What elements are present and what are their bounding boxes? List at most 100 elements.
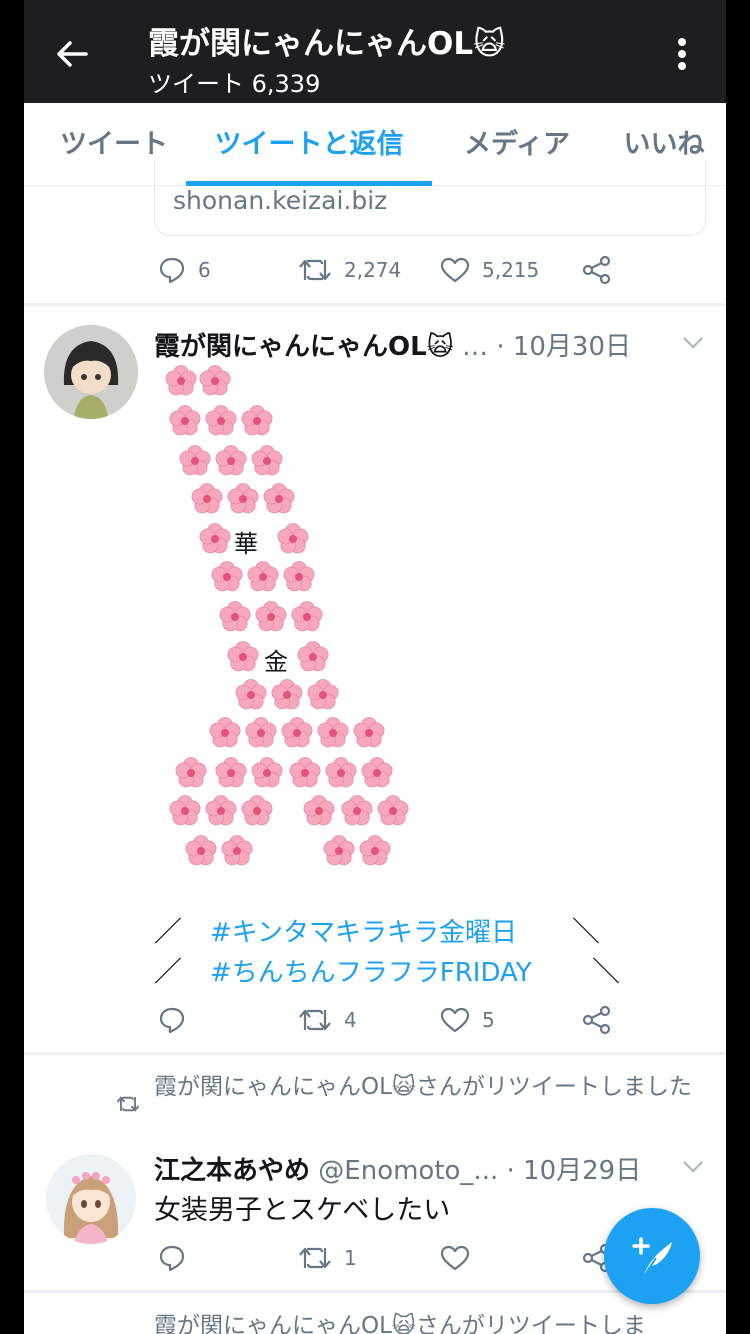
cherry-blossom-icon — [341, 795, 373, 826]
retweet-button[interactable]: 2,274 — [298, 254, 401, 286]
cherry-blossom-icon — [317, 717, 349, 748]
cherry-blossom-icon — [205, 795, 237, 826]
cherry-blossom-icon — [291, 601, 323, 632]
compose-icon — [632, 1237, 672, 1277]
back-button[interactable] — [52, 34, 92, 74]
tweet-date[interactable]: · 10月29日 — [507, 1156, 642, 1186]
tweet-text: 女装男子とスケベしたい — [154, 1195, 451, 1226]
cherry-blossom-icon — [235, 679, 267, 710]
cherry-blossom-icon — [251, 445, 283, 476]
reply-count: 6 — [198, 258, 211, 282]
tweet-divider — [24, 1052, 726, 1055]
phone-screen: 霞が関にゃんにゃんOL🙀 ツイート 6,339 ツイート ツイートと返信 メディ… — [24, 0, 726, 1334]
cherry-blossom-icon — [199, 523, 231, 554]
like-count: 5,215 — [482, 258, 540, 282]
art-character-2: 金 — [264, 648, 288, 676]
retweet-icon — [299, 259, 331, 281]
art-character-1: 華 — [234, 530, 258, 558]
slash-close-1: ＼ — [572, 915, 601, 948]
cherry-blossom-icon — [179, 445, 211, 476]
author-name[interactable]: 江之本あやめ — [154, 1156, 310, 1186]
retweet-button[interactable]: 1 — [298, 1242, 357, 1274]
cherry-blossom-icon — [281, 717, 313, 748]
cherry-blossom-icon — [297, 641, 329, 672]
retweet-indicator-icon — [116, 1096, 140, 1112]
header-title: 霞が関にゃんにゃんOL🙀 — [148, 26, 506, 62]
author-handle-truncated: … — [462, 332, 489, 362]
like-icon — [440, 1007, 470, 1033]
profile-header: 霞が関にゃんにゃんOL🙀 ツイート 6,339 — [24, 0, 726, 103]
cherry-blossom-icon — [199, 365, 231, 396]
hashtag-link[interactable]: #ちんちんフラフラFRIDAY — [210, 958, 532, 988]
reply-button[interactable] — [158, 1242, 186, 1274]
cherry-blossom-icon — [165, 365, 197, 396]
cherry-blossom-icon — [205, 405, 237, 436]
share-button[interactable] — [582, 254, 612, 286]
cherry-blossom-icon — [245, 717, 277, 748]
like-icon — [440, 1245, 470, 1271]
cherry-blossom-icon — [303, 795, 335, 826]
cherry-blossom-icon — [323, 835, 355, 866]
more-vert-icon — [678, 38, 686, 70]
like-button[interactable] — [440, 1242, 470, 1274]
reply-icon — [159, 1245, 185, 1272]
cherry-blossom-icon — [353, 717, 385, 748]
cherry-blossom-icon — [227, 483, 259, 514]
cherry-blossom-icon — [325, 757, 357, 788]
cherry-blossom-icon — [241, 795, 273, 826]
cherry-blossom-icon — [247, 561, 279, 592]
cherry-blossom-icon — [283, 561, 315, 592]
more-options-button[interactable] — [668, 34, 696, 74]
compose-tweet-button[interactable] — [604, 1208, 700, 1304]
cherry-blossom-icon — [255, 601, 287, 632]
author-handle[interactable]: @Enomoto_... — [318, 1156, 498, 1186]
cherry-blossom-icon — [175, 757, 207, 788]
chevron-down-icon[interactable] — [682, 336, 704, 350]
tweet-date[interactable]: · 10月30日 — [496, 332, 631, 362]
cherry-blossom-icon — [361, 757, 393, 788]
like-button[interactable]: 5 — [440, 1004, 495, 1036]
cherry-blossom-icon — [219, 601, 251, 632]
share-icon — [582, 255, 611, 285]
cherry-blossom-icon — [251, 757, 283, 788]
reply-button[interactable]: 6 — [158, 254, 211, 286]
reply-icon — [159, 257, 185, 284]
cherry-blossom-icon — [307, 679, 339, 710]
figure-avatar-image — [44, 325, 138, 419]
avatar[interactable] — [46, 1154, 136, 1244]
retweet-icon — [299, 1247, 331, 1269]
retweet-button[interactable]: 4 — [298, 1004, 357, 1036]
cherry-blossom-icon — [191, 483, 223, 514]
cherry-blossom-icon — [359, 835, 391, 866]
retweet-count: 1 — [344, 1246, 357, 1270]
cherry-blossom-icon — [289, 757, 321, 788]
share-button[interactable] — [582, 1004, 612, 1036]
link-domain: shonan.keizai.biz — [173, 186, 388, 215]
slash-open-1: ／ — [154, 915, 183, 948]
back-arrow-icon — [57, 41, 88, 67]
hashtag-link[interactable]: #キンタマキラキラ金曜日 — [210, 918, 517, 948]
reply-button[interactable] — [158, 1004, 186, 1036]
retweeted-by-note[interactable]: 霞が関にゃんにゃんOL🙀さんがリツイートしま — [154, 1306, 646, 1334]
cherry-blossom-icon — [221, 835, 253, 866]
cherry-blossom-icon — [277, 523, 309, 554]
retweet-icon — [299, 1009, 331, 1031]
flower-emoji-art: 華 金 — [154, 358, 454, 878]
share-icon — [582, 1005, 611, 1035]
cherry-blossom-icon — [241, 405, 273, 436]
cherry-blossom-icon — [169, 405, 201, 436]
like-button[interactable]: 5,215 — [440, 254, 539, 286]
retweeted-by-note[interactable]: 霞が関にゃんにゃんOL🙀さんがリツイートしました — [154, 1070, 694, 1104]
slash-close-2: ＼ — [592, 955, 621, 988]
cherry-blossom-icon — [215, 445, 247, 476]
cherry-blossom-icon — [215, 757, 247, 788]
anime-avatar-image — [46, 1154, 136, 1244]
link-card[interactable]: shonan.keizai.biz — [154, 160, 706, 236]
tweet-divider — [24, 303, 726, 306]
cherry-blossom-icon — [271, 679, 303, 710]
chevron-down-icon[interactable] — [682, 1160, 704, 1174]
avatar[interactable] — [44, 325, 138, 419]
reply-icon — [159, 1007, 185, 1034]
tweet-header: 江之本あやめ @Enomoto_... · 10月29日 — [154, 1150, 641, 1187]
like-icon — [440, 257, 470, 283]
